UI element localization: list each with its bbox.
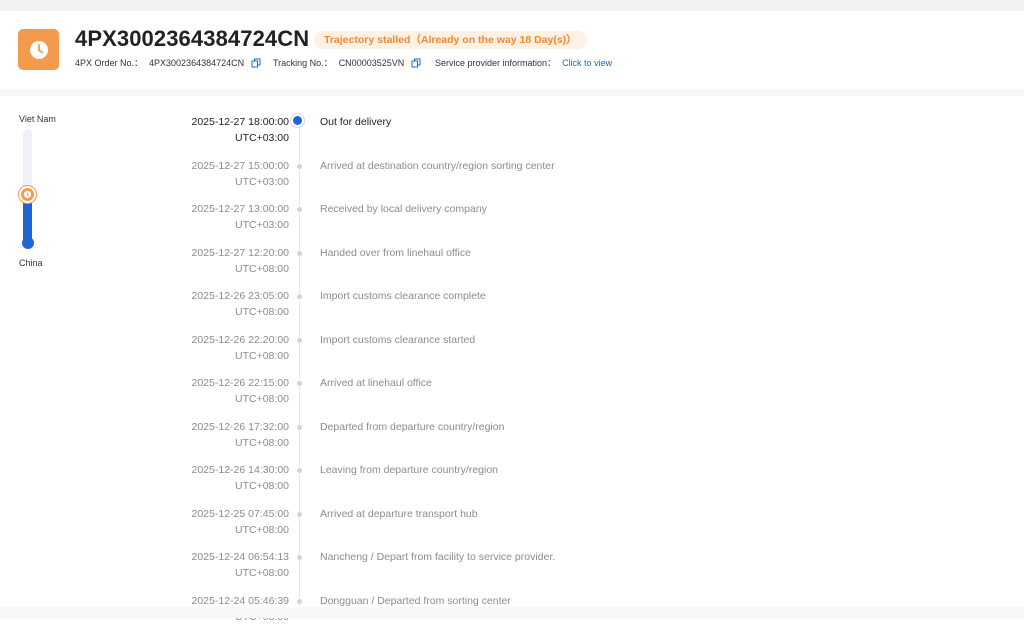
timeline-event: 2025-12-26 17:32:00 UTC+08:00 Departed fro…	[0, 420, 1024, 460]
order-number-field: 4PX Order No.： 4PX3002364384724CN	[75, 56, 261, 69]
event-description: Arrived at departure transport hub	[320, 508, 478, 520]
event-dot	[297, 338, 302, 343]
event-time: 2025-12-26 17:32:00 UTC+08:00	[192, 420, 290, 451]
timeline-event: 2025-12-26 22:20:00 UTC+08:00 Import custo…	[0, 333, 1024, 373]
event-time: 2025-12-27 18:00:00 UTC+03:00	[192, 115, 290, 146]
event-time: 2025-12-27 13:00:00 UTC+03:00	[192, 202, 290, 233]
copy-icon[interactable]	[251, 58, 261, 68]
shipment-header: 4PX3002364384724CN Trajectory stalled（Al…	[0, 11, 1024, 89]
timeline-event: 2025-12-26 23:05:00 UTC+08:00 Import custo…	[0, 289, 1024, 329]
event-dot	[297, 164, 302, 169]
event-date: 2025-12-27 18:00:00	[191, 116, 290, 128]
event-dot	[297, 381, 302, 386]
event-timezone: UTC+08:00	[235, 262, 289, 275]
event-date: 2025-12-27 15:00:00	[191, 160, 290, 172]
event-description: Handed over from linehaul office	[320, 247, 471, 259]
event-time: 2025-12-27 15:00:00 UTC+03:00	[192, 159, 290, 190]
event-time: 2025-12-26 22:20:00 UTC+08:00	[192, 333, 290, 364]
event-timezone: UTC+08:00	[235, 436, 289, 449]
event-description: Import customs clearance complete	[320, 290, 486, 302]
event-description: Import customs clearance started	[320, 334, 476, 346]
event-timezone: UTC+03:00	[235, 218, 289, 231]
timeline-event: 2025-12-26 14:30:00 UTC+08:00 Leaving from…	[0, 463, 1024, 503]
event-date: 2025-12-26 14:30:00	[191, 464, 290, 476]
event-date: 2025-12-25 07:45:00	[191, 508, 290, 520]
event-timezone: UTC+08:00	[235, 392, 289, 405]
status-badge: Trajectory stalled（Already on the way 18…	[314, 31, 587, 49]
tracking-number-label: Tracking No.：	[273, 58, 333, 68]
event-time: 2025-12-26 22:15:00 UTC+08:00	[192, 376, 290, 407]
event-dot	[297, 599, 302, 604]
timeline-event: 2025-12-27 15:00:00 UTC+03:00 Arrived at d…	[0, 159, 1024, 199]
event-dot	[297, 468, 302, 473]
order-number-value: 4PX3002364384724CN	[149, 57, 245, 68]
order-number-label: 4PX Order No.：	[75, 58, 144, 68]
event-timezone: UTC+03:00	[235, 175, 289, 188]
timeline-event: 2025-12-27 12:20:00 UTC+08:00 Handed over …	[0, 246, 1024, 286]
timeline-event: 2025-12-25 07:45:00 UTC+08:00 Arrived at d…	[0, 507, 1024, 547]
event-description: Departed from departure country/region	[320, 421, 505, 433]
event-dot	[297, 251, 302, 256]
event-dot	[297, 294, 302, 299]
event-date: 2025-12-26 23:05:00	[191, 290, 290, 302]
event-time: 2025-12-26 23:05:00 UTC+08:00	[192, 289, 290, 320]
timeline-event: 2025-12-27 18:00:00 UTC+03:00 Out for deli…	[0, 115, 1024, 155]
event-time: 2025-12-26 14:30:00 UTC+08:00	[192, 463, 290, 494]
tracking-number-field: Tracking No.： CN00003525VN	[273, 56, 421, 69]
event-description: Nancheng / Depart from facility to servi…	[320, 551, 556, 563]
event-date: 2025-12-26 17:32:00	[191, 421, 290, 433]
event-timezone: UTC+03:00	[235, 131, 289, 144]
service-provider-label: Service provider information：	[435, 58, 557, 68]
event-dot	[297, 207, 302, 212]
event-date: 2025-12-24 06:54:13	[191, 551, 290, 563]
event-date: 2025-12-26 22:15:00	[191, 377, 290, 389]
click-to-view-link[interactable]: Click to view	[562, 58, 612, 68]
timeline-event: 2025-12-24 06:54:13 UTC+08:00 Nancheng / D…	[0, 550, 1024, 590]
event-description: Leaving from departure country/region	[320, 464, 499, 476]
event-date: 2025-12-27 13:00:00	[191, 203, 290, 215]
event-dot	[297, 425, 302, 430]
copy-icon[interactable]	[411, 58, 421, 68]
event-description: Arrived at destination country/region so…	[320, 160, 555, 172]
event-time: 2025-12-25 07:45:00 UTC+08:00	[192, 507, 290, 538]
event-dot	[297, 555, 302, 560]
event-timezone: UTC+08:00	[235, 566, 289, 579]
event-description: Out for delivery	[320, 116, 392, 128]
event-timezone: UTC+08:00	[235, 479, 289, 492]
event-time: 2025-12-27 12:20:00 UTC+08:00	[192, 246, 290, 277]
tracking-number-title: 4PX3002364384724CN	[75, 26, 310, 51]
event-time: 2025-12-24 06:54:13 UTC+08:00	[192, 550, 290, 581]
event-timezone: UTC+08:00	[235, 305, 289, 318]
timeline-event: 2025-12-27 13:00:00 UTC+03:00 Received by …	[0, 202, 1024, 242]
event-date: 2025-12-27 12:20:00	[191, 247, 290, 259]
event-timezone: UTC+08:00	[235, 349, 289, 362]
event-timezone: UTC+08:00	[235, 523, 289, 536]
event-description: Arrived at linehaul office	[320, 377, 432, 389]
event-description: Received by local delivery company	[320, 203, 487, 215]
event-dot	[297, 512, 302, 517]
bottom-strip	[0, 607, 1024, 618]
current-event-dot	[293, 116, 302, 125]
header-divider	[0, 89, 1024, 96]
tracking-number-value: CN00003525VN	[338, 57, 405, 68]
timeline-event: 2025-12-26 22:15:00 UTC+08:00 Arrived at l…	[0, 376, 1024, 416]
clock-icon	[18, 29, 59, 70]
service-provider-field: Service provider information： Click to v…	[435, 56, 612, 69]
top-strip	[0, 0, 1024, 11]
event-date: 2025-12-26 22:20:00	[191, 334, 290, 346]
